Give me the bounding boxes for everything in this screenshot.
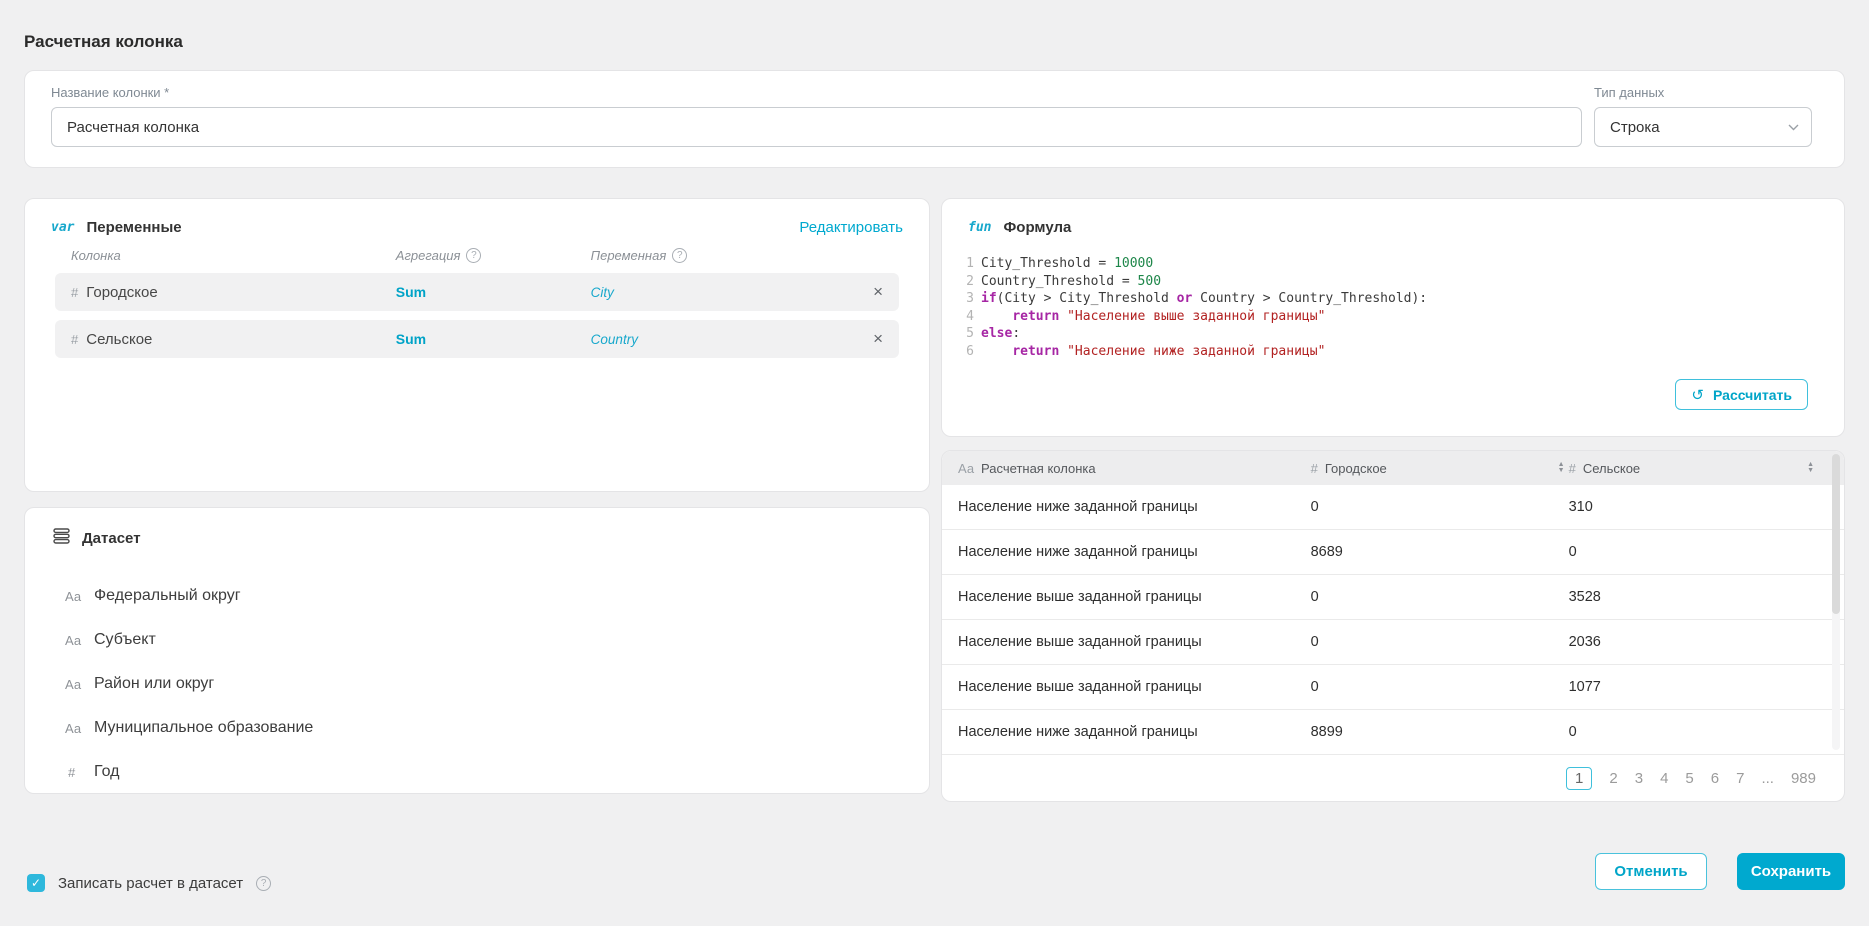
variables-panel: var Переменные Редактировать Колонка Агр…	[24, 198, 930, 492]
variable-row: # Городское Sum City ×	[55, 273, 899, 311]
data-type-select[interactable]: Строка	[1594, 107, 1812, 147]
line-number: 5	[958, 325, 974, 343]
check-icon: ✓	[31, 876, 41, 890]
table-scrollbar[interactable]	[1832, 454, 1840, 750]
preview-table-header: Аа Расчетная колонка # Городское ▲ ▼ # С…	[942, 451, 1844, 485]
formula-editor[interactable]: 1 City_Threshold = 10000 2 Country_Thres…	[958, 255, 1824, 360]
dataset-field[interactable]: Аа Субъект	[65, 618, 909, 662]
page-button[interactable]: 4	[1660, 770, 1668, 787]
page-ellipsis: ...	[1761, 770, 1774, 787]
number-type-icon: #	[65, 765, 85, 780]
variables-table-header: Колонка Агрегация ? Переменная ?	[55, 248, 899, 263]
number-type-icon: #	[71, 285, 78, 300]
variable-header: Переменная	[591, 248, 667, 263]
refresh-icon: ↺	[1691, 386, 1704, 404]
page-title: Расчетная колонка	[24, 32, 183, 52]
aggregation-value[interactable]: Sum	[396, 284, 426, 300]
dataset-field[interactable]: Аа Федеральный округ	[65, 574, 909, 618]
number-type-icon: #	[1569, 461, 1576, 476]
table-row: Население выше заданной границы 0 2036	[942, 620, 1844, 665]
table-row: Население ниже заданной границы 8899 0	[942, 710, 1844, 755]
dataset-field[interactable]: Аа Район или округ	[65, 662, 909, 706]
header-calc-column: Расчетная колонка	[981, 461, 1096, 476]
line-number: 1	[958, 255, 974, 273]
number-type-icon: #	[1311, 461, 1318, 476]
variable-column-name: Городское	[86, 284, 157, 301]
string-type-icon: Аа	[65, 677, 85, 692]
line-number: 3	[958, 290, 974, 308]
write-to-dataset-help-icon[interactable]: ?	[256, 876, 271, 891]
variable-row: # Сельское Sum Country ×	[55, 320, 899, 358]
data-type-value: Строка	[1610, 119, 1660, 136]
formula-title: Формула	[1003, 219, 1071, 236]
table-row: Население ниже заданной границы 8689 0	[942, 530, 1844, 575]
dataset-field[interactable]: # Год	[65, 750, 909, 794]
remove-variable-icon[interactable]: ×	[873, 329, 883, 348]
aggregation-help-icon[interactable]: ?	[466, 248, 481, 263]
dataset-field[interactable]: Аа Муниципальное образование	[65, 706, 909, 750]
sort-icon[interactable]: ▲ ▼	[1558, 462, 1569, 474]
string-type-icon: Аа	[65, 589, 85, 604]
aggregation-value[interactable]: Sum	[396, 331, 426, 347]
number-type-icon: #	[71, 332, 78, 347]
page-button[interactable]: 2	[1609, 770, 1617, 787]
line-number: 4	[958, 308, 974, 326]
column-header: Колонка	[71, 248, 396, 263]
write-to-dataset-label: Записать расчет в датасет	[58, 875, 243, 892]
variable-help-icon[interactable]: ?	[672, 248, 687, 263]
remove-variable-icon[interactable]: ×	[873, 282, 883, 301]
page-button[interactable]: 6	[1711, 770, 1719, 787]
header-city-column: Городское	[1325, 461, 1387, 476]
string-type-icon: Аа	[958, 461, 974, 476]
string-type-icon: Аа	[65, 721, 85, 736]
pagination: 1 2 3 4 5 6 7 ... 989	[1566, 767, 1816, 790]
page-button[interactable]: 1	[1566, 767, 1592, 790]
data-type-label: Тип данных	[1594, 85, 1812, 100]
aggregation-header: Агрегация	[396, 248, 461, 263]
cancel-button[interactable]: Отменить	[1595, 853, 1707, 890]
edit-variables-link[interactable]: Редактировать	[799, 219, 903, 236]
chevron-down-icon	[1788, 121, 1799, 133]
fun-badge-icon: fun	[968, 220, 991, 235]
column-name-label: Название колонки *	[51, 85, 1582, 100]
page-button[interactable]: 5	[1685, 770, 1693, 787]
save-button[interactable]: Сохранить	[1737, 853, 1845, 890]
page-button[interactable]: 989	[1791, 770, 1816, 787]
sort-icon[interactable]: ▲ ▼	[1807, 462, 1818, 474]
var-badge-icon: var	[51, 220, 74, 235]
dataset-title: Датасет	[82, 530, 141, 547]
scrollbar-thumb[interactable]	[1832, 454, 1840, 614]
variable-column-name: Сельское	[86, 331, 152, 348]
table-row: Население выше заданной границы 0 1077	[942, 665, 1844, 710]
header-country-column: Сельское	[1583, 461, 1640, 476]
calculate-button[interactable]: ↺ Рассчитать	[1675, 379, 1808, 410]
dataset-icon	[53, 528, 70, 549]
variable-name-value[interactable]: Country	[591, 332, 638, 347]
line-number: 2	[958, 273, 974, 291]
page-button[interactable]: 3	[1635, 770, 1643, 787]
page-button[interactable]: 7	[1736, 770, 1744, 787]
table-row: Население ниже заданной границы 0 310	[942, 485, 1844, 530]
column-settings-card: Название колонки * Тип данных Строка	[24, 70, 1845, 168]
formula-panel: fun Формула 1 City_Threshold = 10000 2 C…	[941, 198, 1845, 437]
table-row: Население выше заданной границы 0 3528	[942, 575, 1844, 620]
column-name-input[interactable]	[51, 107, 1582, 147]
variable-name-value[interactable]: City	[591, 285, 614, 300]
line-number: 6	[958, 343, 974, 361]
dataset-panel: Датасет Аа Федеральный округ Аа Субъект …	[24, 507, 930, 794]
string-type-icon: Аа	[65, 633, 85, 648]
preview-table-panel: Аа Расчетная колонка # Городское ▲ ▼ # С…	[941, 450, 1845, 802]
variables-title: Переменные	[86, 219, 181, 236]
write-to-dataset-checkbox[interactable]: ✓	[27, 874, 45, 892]
